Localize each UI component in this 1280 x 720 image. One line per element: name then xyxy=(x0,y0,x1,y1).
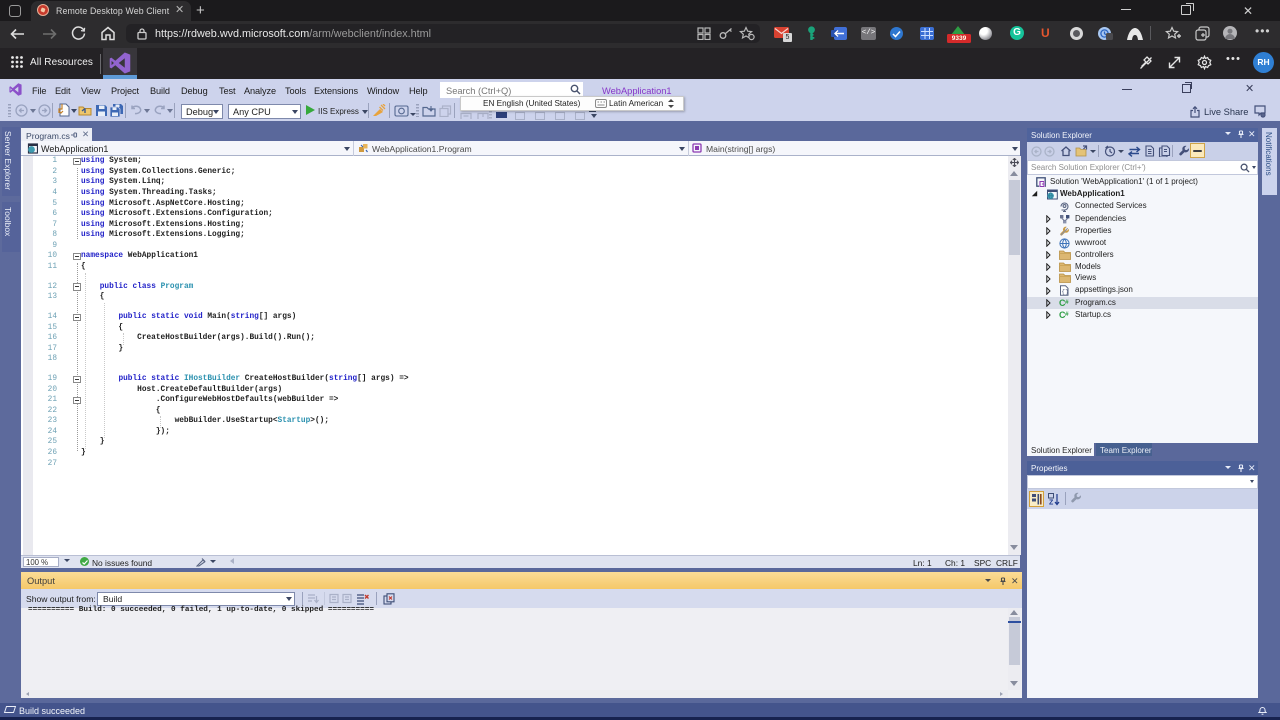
svg-text:Z: Z xyxy=(1049,499,1054,506)
svg-text:{}: {} xyxy=(1061,289,1069,296)
